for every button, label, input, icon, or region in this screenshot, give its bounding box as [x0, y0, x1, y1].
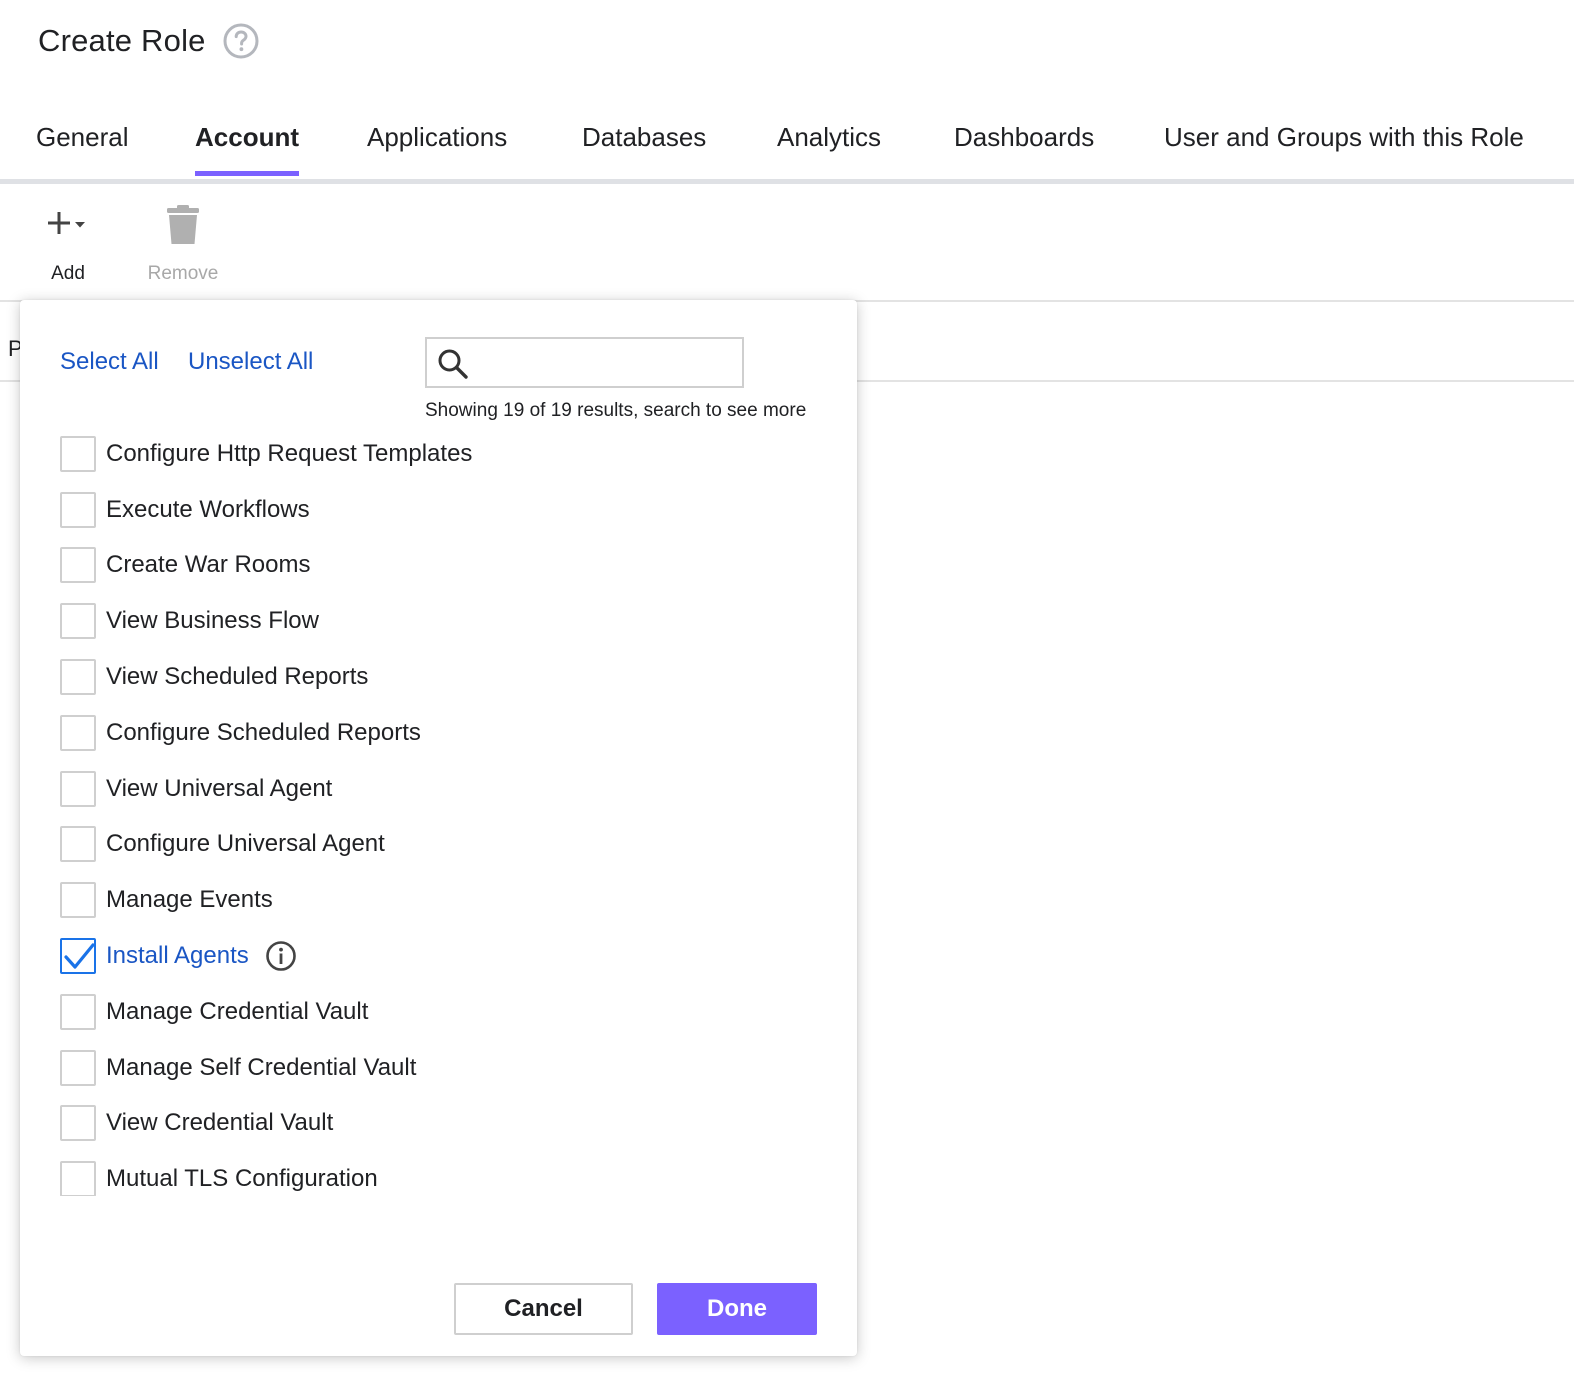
list-item-label: View Credential Vault	[106, 1109, 334, 1137]
checkbox-checked[interactable]	[60, 938, 96, 975]
list-item-label: Install Agents	[106, 942, 249, 970]
list-item[interactable]: Manage Credential Vault	[60, 984, 472, 1040]
list-item[interactable]: View Credential Vault	[60, 1096, 472, 1152]
select-all-link[interactable]: Select All	[60, 348, 159, 376]
tab-dashboards[interactable]: Dashboards	[954, 122, 1094, 173]
list-item[interactable]: Manage Events	[60, 872, 472, 928]
results-note: Showing 19 of 19 results, search to see …	[425, 400, 807, 421]
done-button[interactable]: Done	[657, 1283, 817, 1335]
list-item-label: View Scheduled Reports	[106, 663, 369, 691]
checkmark-icon	[64, 943, 95, 969]
checkbox[interactable]	[60, 714, 96, 751]
list-item[interactable]: Configure Http Request Templates	[60, 436, 472, 482]
checkbox[interactable]	[60, 993, 96, 1030]
info-icon[interactable]	[249, 940, 297, 972]
list-item-label: Configure Scheduled Reports	[106, 718, 421, 746]
page-header: Create Role	[38, 22, 260, 60]
cancel-button[interactable]: Cancel	[454, 1283, 633, 1335]
list-item-label: Execute Workflows	[106, 495, 310, 523]
create-role-page: Create Role General Account Applications…	[0, 0, 1574, 1392]
tab-general[interactable]: General	[36, 122, 129, 173]
checkbox[interactable]	[60, 1161, 96, 1196]
checkbox[interactable]	[60, 770, 96, 807]
list-item-label: View Business Flow	[106, 607, 319, 635]
list-item-label: Mutual TLS Configuration	[106, 1165, 378, 1193]
checkbox[interactable]	[60, 491, 96, 528]
permissions-dropdown-panel: Select All Unselect All Showing 19 of 19…	[20, 300, 857, 1356]
search-input[interactable]	[479, 343, 737, 383]
list-item[interactable]: Configure Universal Agent	[60, 817, 472, 873]
list-item[interactable]: Configure Scheduled Reports	[60, 705, 472, 761]
checkbox[interactable]	[60, 882, 96, 919]
list-item[interactable]: Mutual TLS Configuration	[60, 1151, 472, 1196]
list-item[interactable]: View Universal Agent	[60, 761, 472, 817]
checkbox[interactable]	[60, 603, 96, 640]
list-item-label: Configure Universal Agent	[106, 830, 385, 858]
checkbox[interactable]	[60, 1105, 96, 1142]
tab-user-and-groups[interactable]: User and Groups with this Role	[1164, 122, 1524, 173]
list-item[interactable]: Manage Self Credential Vault	[60, 1040, 472, 1096]
checkbox[interactable]	[60, 1049, 96, 1086]
tab-applications[interactable]: Applications	[367, 122, 507, 173]
list-item[interactable]: Create War Rooms	[60, 538, 472, 594]
list-item-label: Manage Self Credential Vault	[106, 1053, 417, 1081]
tab-account[interactable]: Account	[195, 122, 299, 176]
checkbox[interactable]	[60, 826, 96, 863]
tab-bar: General Account Applications Databases A…	[0, 104, 1574, 184]
unselect-all-link[interactable]: Unselect All	[188, 348, 313, 376]
plus-dropdown-icon	[44, 202, 92, 251]
list-item-label: Create War Rooms	[106, 551, 311, 579]
list-item-label: Manage Events	[106, 886, 273, 914]
permission-list[interactable]: Configure Http Request Templates Execute…	[20, 436, 857, 1196]
checkbox[interactable]	[60, 547, 96, 584]
list-item-label: Configure Http Request Templates	[106, 439, 473, 467]
page-title: Create Role	[38, 23, 206, 58]
list-item[interactable]: View Business Flow	[60, 593, 472, 649]
tab-analytics[interactable]: Analytics	[777, 122, 881, 173]
checkbox[interactable]	[60, 436, 96, 472]
remove-label: Remove	[147, 263, 219, 284]
add-button[interactable]: Add	[44, 202, 92, 285]
help-circle-icon[interactable]	[222, 22, 260, 60]
list-item[interactable]: Execute Workflows	[60, 482, 472, 538]
add-label: Add	[51, 263, 85, 284]
list-item-install-agents[interactable]: Install Agents	[60, 928, 472, 984]
list-item-label: View Universal Agent	[106, 774, 333, 802]
list-item[interactable]: View Scheduled Reports	[60, 649, 472, 705]
toolbar: Add Remove	[0, 184, 1574, 302]
checkbox[interactable]	[60, 659, 96, 696]
tab-databases[interactable]: Databases	[582, 122, 706, 173]
trash-icon	[146, 202, 220, 251]
list-item-label: Manage Credential Vault	[106, 997, 369, 1025]
search-box	[425, 337, 744, 388]
remove-button[interactable]: Remove	[146, 202, 220, 285]
